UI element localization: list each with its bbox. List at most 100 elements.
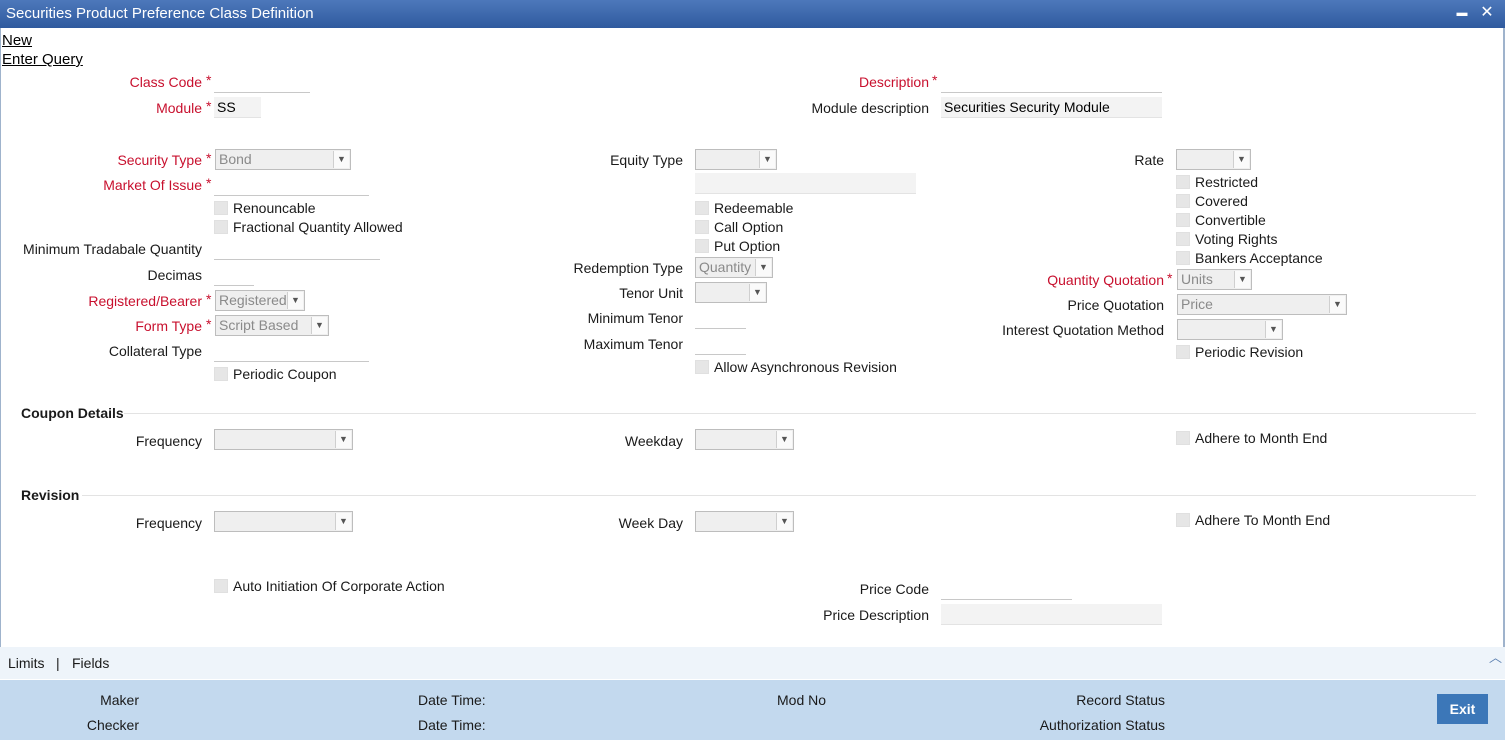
- required-marker: *: [206, 98, 212, 114]
- new-link[interactable]: New: [2, 32, 32, 49]
- decimas-input[interactable]: [214, 265, 254, 286]
- chevron-down-icon: ▼: [1329, 296, 1345, 313]
- restricted-checkbox[interactable]: [1176, 175, 1190, 189]
- price-quotation-label: Price Quotation: [1067, 297, 1165, 313]
- fields-tab[interactable]: Fields: [72, 655, 109, 671]
- equity-type-description-input[interactable]: [695, 173, 916, 194]
- minimum-tenor-label: Minimum Tenor: [587, 310, 683, 326]
- security-type-select[interactable]: Bond ▼: [215, 149, 351, 170]
- module-description-label: Module description: [811, 100, 929, 116]
- checker-date-time-label: Date Time:: [418, 717, 486, 733]
- description-input[interactable]: [941, 72, 1162, 93]
- coupon-frequency-select[interactable]: ▼: [214, 429, 353, 450]
- coupon-weekday-select[interactable]: ▼: [695, 429, 794, 450]
- min-tradable-qty-input[interactable]: [214, 239, 380, 260]
- market-of-issue-input[interactable]: [214, 175, 369, 196]
- module-label: Module: [156, 100, 202, 116]
- minimize-icon[interactable]: ▬: [1452, 3, 1472, 23]
- redemption-type-label: Redemption Type: [573, 260, 683, 276]
- rate-select[interactable]: ▼: [1176, 149, 1251, 170]
- fractional-quantity-checkbox[interactable]: [214, 220, 228, 234]
- periodic-coupon-label: Periodic Coupon: [233, 366, 337, 382]
- voting-rights-label: Voting Rights: [1195, 231, 1278, 247]
- chevron-down-icon: ▼: [749, 284, 765, 301]
- voting-rights-checkbox[interactable]: [1176, 232, 1190, 246]
- min-tradable-qty-label: Minimum Tradabale Quantity: [23, 241, 202, 257]
- convertible-label: Convertible: [1195, 212, 1266, 228]
- auto-initiation-checkbox[interactable]: [214, 579, 228, 593]
- quantity-quotation-label: Quantity Quotation: [1047, 272, 1164, 288]
- revision-weekday-select[interactable]: ▼: [695, 511, 794, 532]
- class-code-input[interactable]: [214, 72, 310, 93]
- scroll-up-icon[interactable]: ︿: [1489, 647, 1502, 666]
- maximum-tenor-label: Maximum Tenor: [583, 336, 683, 352]
- chevron-down-icon: ▼: [776, 513, 792, 530]
- module-description-input[interactable]: [941, 97, 1162, 118]
- revision-adhere-month-end-label: Adhere To Month End: [1195, 512, 1331, 528]
- minimum-tenor-input[interactable]: [695, 308, 746, 329]
- async-revision-checkbox[interactable]: [695, 360, 709, 374]
- chevron-down-icon: ▼: [1234, 271, 1250, 288]
- registered-bearer-select[interactable]: Registered ▼: [215, 290, 305, 311]
- renouncable-checkbox[interactable]: [214, 201, 228, 215]
- quantity-quotation-select[interactable]: Units ▼: [1177, 269, 1252, 290]
- tenor-unit-select[interactable]: ▼: [695, 282, 767, 303]
- security-type-value: Bond: [219, 151, 252, 167]
- convertible-checkbox[interactable]: [1176, 213, 1190, 227]
- covered-label: Covered: [1195, 193, 1248, 209]
- enter-query-link[interactable]: Enter Query: [2, 51, 83, 68]
- redeemable-checkbox[interactable]: [695, 201, 709, 215]
- limits-tab[interactable]: Limits: [8, 655, 45, 671]
- required-marker: *: [206, 316, 212, 332]
- tab-separator: |: [56, 655, 60, 671]
- periodic-revision-checkbox[interactable]: [1176, 345, 1190, 359]
- covered-checkbox[interactable]: [1176, 194, 1190, 208]
- close-icon[interactable]: ✕: [1477, 3, 1497, 23]
- coupon-frequency-label: Frequency: [135, 433, 202, 449]
- price-description-label: Price Description: [823, 607, 929, 623]
- audit-footer: Maker Checker Date Time: Date Time: Mod …: [0, 680, 1505, 740]
- maker-date-time-label: Date Time:: [418, 692, 486, 708]
- chevron-down-icon: ▼: [1265, 321, 1281, 338]
- collateral-type-input[interactable]: [214, 341, 369, 362]
- form-type-select[interactable]: Script Based ▼: [215, 315, 329, 336]
- chevron-down-icon: ▼: [755, 259, 771, 276]
- revision-heading: Revision: [21, 487, 80, 503]
- equity-type-select[interactable]: ▼: [695, 149, 777, 170]
- redemption-type-select[interactable]: Quantity ▼: [695, 257, 773, 278]
- restricted-label: Restricted: [1195, 174, 1259, 190]
- maker-label: Maker: [100, 692, 139, 708]
- revision-adhere-month-end-checkbox[interactable]: [1176, 513, 1190, 527]
- chevron-down-icon: ▼: [759, 151, 775, 168]
- module-input[interactable]: [214, 97, 261, 118]
- chevron-down-icon: ▼: [335, 431, 351, 448]
- price-description-input[interactable]: [941, 604, 1162, 625]
- exit-button[interactable]: Exit: [1437, 694, 1488, 724]
- chevron-down-icon: ▼: [776, 431, 792, 448]
- required-marker: *: [206, 175, 212, 191]
- interest-quotation-select[interactable]: ▼: [1177, 319, 1283, 340]
- tenor-unit-label: Tenor Unit: [619, 285, 683, 301]
- price-code-input[interactable]: [941, 579, 1072, 600]
- registered-bearer-label: Registered/Bearer: [88, 293, 202, 309]
- required-marker: *: [1167, 270, 1173, 286]
- chevron-down-icon: ▼: [287, 292, 303, 309]
- periodic-coupon-checkbox[interactable]: [214, 367, 228, 381]
- chevron-down-icon: ▼: [333, 151, 349, 168]
- redemption-type-value: Quantity: [699, 259, 752, 275]
- window-titlebar: Securities Product Preference Class Defi…: [0, 0, 1505, 28]
- bankers-acceptance-checkbox[interactable]: [1176, 251, 1190, 265]
- coupon-adhere-month-end-checkbox[interactable]: [1176, 431, 1190, 445]
- decimas-label: Decimas: [147, 267, 202, 283]
- coupon-divider: [124, 413, 1476, 414]
- class-code-label: Class Code: [129, 74, 202, 90]
- collateral-type-label: Collateral Type: [108, 343, 202, 359]
- call-option-checkbox[interactable]: [695, 220, 709, 234]
- put-option-checkbox[interactable]: [695, 239, 709, 253]
- revision-frequency-select[interactable]: ▼: [214, 511, 353, 532]
- mod-no-label: Mod No: [777, 692, 827, 708]
- maximum-tenor-input[interactable]: [695, 334, 746, 355]
- coupon-adhere-month-end-label: Adhere to Month End: [1195, 430, 1328, 446]
- window-title: Securities Product Preference Class Defi…: [6, 5, 314, 22]
- price-quotation-select[interactable]: Price ▼: [1177, 294, 1347, 315]
